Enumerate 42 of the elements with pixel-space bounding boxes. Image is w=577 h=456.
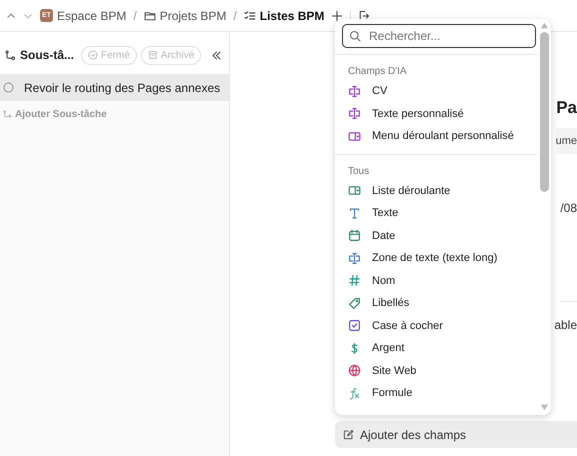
section-heading: Champs D'IA [347,65,408,79]
subtask-plus-icon [3,110,12,119]
edit-icon [343,429,354,440]
menu-item[interactable]: Zone de texte (texte long) [335,247,537,270]
archive-icon [148,50,158,60]
plus-icon [331,10,344,22]
search-field[interactable]: Rechercher... [342,24,536,48]
search-icon [349,30,361,42]
scroll-up-icon [540,22,548,29]
menu-item[interactable]: CV [335,80,537,102]
menu-item[interactable]: Texte [335,202,537,224]
folder-icon [144,10,156,22]
exit-icon [358,10,370,22]
menu-item[interactable]: Libellés [335,292,537,314]
check-circle-icon [88,50,98,60]
field-text: ume [554,128,577,154]
add-fields-button[interactable]: Ajouter des champs [335,421,577,448]
status-circle-icon [3,82,14,93]
subtask-icon [5,50,16,60]
section-heading: Tous [347,164,370,178]
menu-item[interactable]: Case à cocher [335,314,537,337]
menu-item[interactable]: Argent [335,337,537,360]
menu-item[interactable]: Date [335,224,537,247]
breadcrumb-link[interactable]: Projets BPM [144,8,226,22]
checklist-icon [244,10,256,22]
body-text: able [554,318,577,332]
scroll-down-icon [540,404,548,411]
breadcrumb-separator: / [233,8,237,22]
menu-item[interactable]: Site Web [335,360,537,382]
menu-item[interactable]: Nom [335,270,537,292]
menu-item[interactable]: Texte personnalisé [335,102,537,125]
breadcrumb-link[interactable]: Listes BPM [244,8,324,22]
scrollbar-thumb[interactable] [540,32,548,192]
menu-item[interactable]: Liste déroulante [335,180,537,202]
subtask-row[interactable]: Revoir le routing des Pages annexes [0,74,229,101]
double-chevron-left-icon [211,50,222,60]
panel-title: Sous-tâ... [20,48,74,62]
date-text: /08 [560,201,577,215]
breadcrumb-separator: / [133,8,137,22]
menu-item[interactable]: Menu déroulant personnalisé [335,125,537,148]
heading-text: Pa [556,98,577,118]
menu-item[interactable]: Formule [335,382,537,404]
